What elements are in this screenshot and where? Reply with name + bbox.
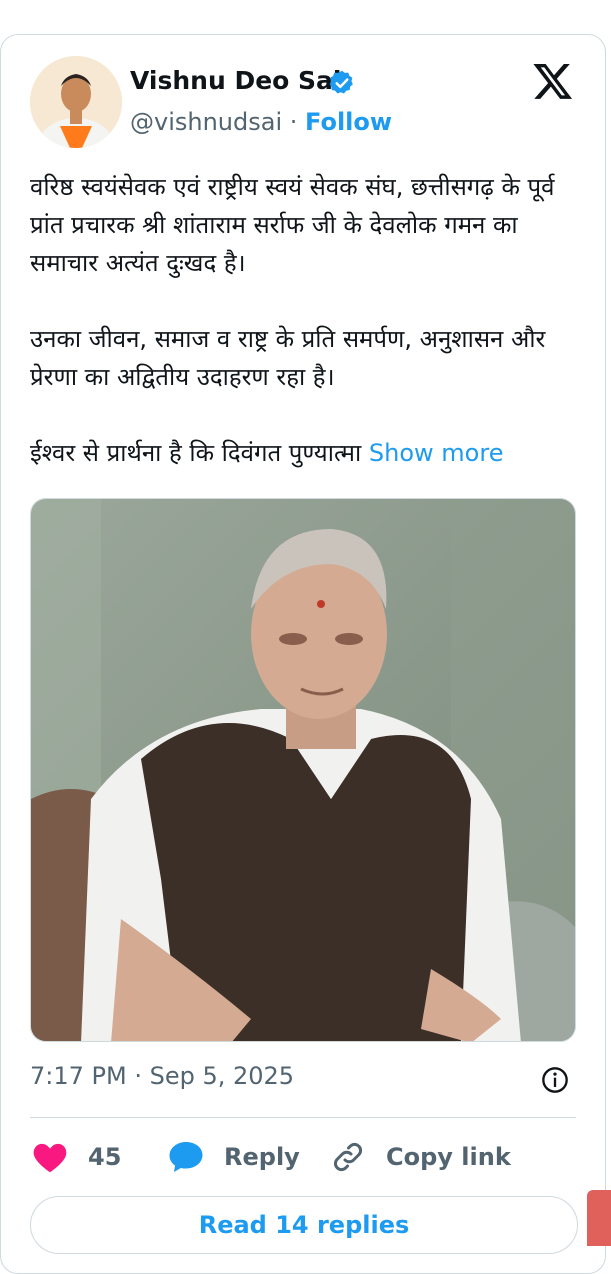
reply-label: Reply	[224, 1143, 300, 1171]
tweet-paragraph: ईश्वर से प्रार्थना है कि दिवंगत पुण्यात्…	[30, 434, 578, 472]
verified-badge-icon	[329, 70, 353, 94]
follow-button[interactable]: Follow	[305, 108, 392, 136]
speech-bubble-icon	[169, 1142, 203, 1172]
show-more-link[interactable]: Show more	[369, 439, 504, 467]
tweet-photo[interactable]	[30, 498, 576, 1042]
like-count: 45	[88, 1143, 122, 1171]
read-replies-button[interactable]: Read 14 replies	[30, 1196, 578, 1254]
tweet-timestamp[interactable]: 7:17 PM · Sep 5, 2025	[30, 1062, 294, 1090]
copy-link-button[interactable]: Copy link	[330, 1138, 511, 1176]
like-button[interactable]: 45	[32, 1138, 121, 1176]
author-name[interactable]: Vishnu Deo Sai	[130, 66, 342, 95]
tweet-text: वरिष्ठ स्वयंसेवक एवं राष्ट्रीय स्वयं सेव…	[30, 168, 578, 472]
reply-button[interactable]: Reply	[168, 1138, 300, 1176]
separator-dot: ·	[289, 108, 298, 136]
edge-tab	[587, 1190, 611, 1246]
avatar-portrait	[30, 56, 122, 148]
tweet-paragraph: उनका जीवन, समाज व राष्ट्र के प्रति समर्प…	[30, 325, 546, 391]
info-icon[interactable]	[541, 1066, 569, 1094]
link-icon	[334, 1143, 362, 1171]
divider	[30, 1117, 576, 1118]
tweet-paragraph-text: ईश्वर से प्रार्थना है कि दिवंगत पुण्यात्…	[30, 439, 362, 467]
x-logo-icon[interactable]	[530, 60, 576, 102]
avatar[interactable]	[30, 56, 122, 148]
heart-icon	[33, 1143, 67, 1173]
tweet-paragraph: वरिष्ठ स्वयंसेवक एवं राष्ट्रीय स्वयं सेव…	[30, 173, 555, 277]
author-handle[interactable]: @vishnudsai	[130, 108, 282, 136]
photo-elderly-man	[31, 499, 575, 1041]
handle-row: @vishnudsai · Follow	[130, 108, 392, 136]
copy-link-label: Copy link	[386, 1143, 511, 1171]
